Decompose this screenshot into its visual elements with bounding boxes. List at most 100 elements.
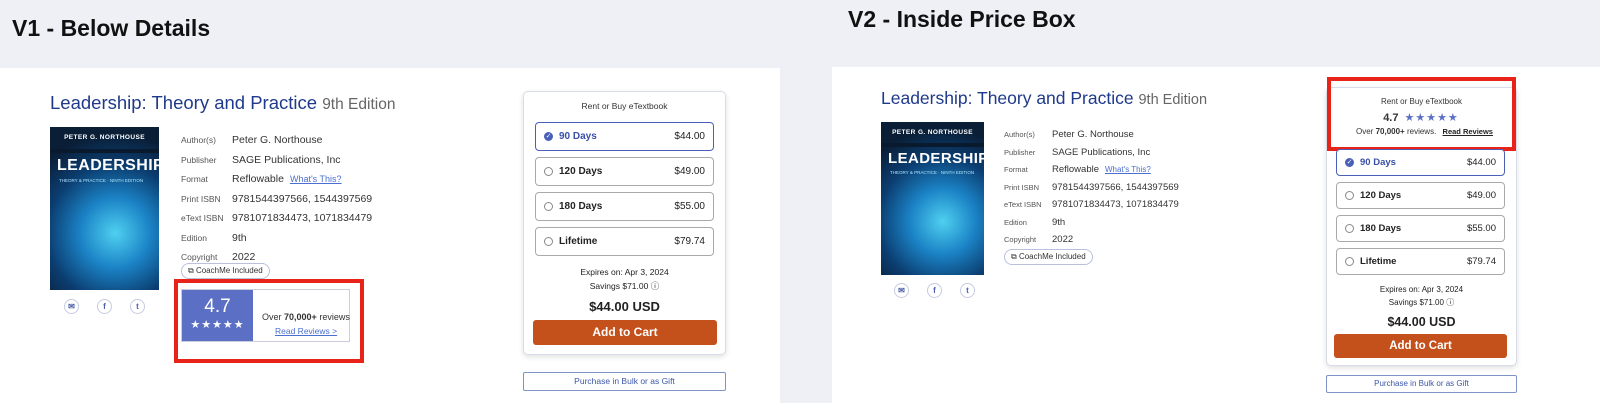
edition-label: 9th Edition [1138,92,1208,108]
detail-key: Author(s) [1004,130,1035,139]
v2-book-cover[interactable]: PETER G. NORTHOUSE LEADERSHIP THEORY & P… [881,122,984,275]
v2-total: $44.00 USD [1387,315,1456,329]
option-label: Lifetime [1360,256,1397,267]
cover-author: PETER G. NORTHOUSE [892,129,973,136]
v2-add-to-cart-button[interactable]: Add to Cart [1334,334,1507,358]
detail-value: SAGE Publications, Inc [232,153,341,166]
detail-key: Print ISBN [1004,182,1040,192]
radio-icon[interactable] [1345,224,1354,233]
v2-savings: Savings $71.00 ⓘ [1388,298,1455,307]
info-icon[interactable]: ⓘ [1446,298,1454,307]
option-label: 120 Days [559,166,603,177]
v1-title: V1 - Below Details [12,15,211,41]
detail-key: Copyright [181,252,218,262]
v1-price-header: Rent or Buy eTextbook [581,101,668,111]
v1-review-count: Over 70,000+ reviews [262,312,350,322]
v1-coachme-chip: ⧉ CoachMe Included [181,263,270,279]
v1-book-cover[interactable]: PETER G. NORTHOUSE LEADERSHIP THEORY & P… [50,127,159,290]
detail-key: Format [181,174,208,184]
rental-option[interactable]: 120 Days $49.00 [1336,182,1505,209]
detail-row: Edition 9th [181,228,247,246]
facebook-icon[interactable]: f [97,299,112,314]
detail-value: 9th [232,231,247,244]
twitter-icon[interactable]: t [130,299,145,314]
v1-total: $44.00 USD [589,299,660,314]
v1-add-to-cart-button[interactable]: Add to Cart [533,320,717,345]
detail-row: Format Reflowable What's This? [1004,159,1151,177]
detail-value: 2022 [232,251,256,263]
facebook-icon[interactable]: f [927,283,942,298]
detail-key: Publisher [181,154,217,165]
rental-option[interactable]: ✓ 90 Days $44.00 [535,122,714,151]
cover-subtitle: THEORY & PRACTICE · NINTH EDITION [890,170,975,175]
detail-row: Copyright 2022 [1004,229,1073,247]
detail-key: eText ISBN [1004,200,1042,209]
cover-title: LEADERSHIP [57,157,159,174]
option-price: $49.00 [1466,190,1496,201]
detail-row: Print ISBN 9781544397566, 1544397569 [181,189,372,207]
option-label: 90 Days [559,131,597,142]
detail-value: Peter G. Northouse [1052,129,1134,140]
rental-option[interactable]: 120 Days $49.00 [535,157,714,186]
detail-row: Publisher SAGE Publications, Inc [181,150,341,168]
radio-icon[interactable] [544,237,553,246]
twitter-icon[interactable]: t [960,283,975,298]
v2-title: V2 - Inside Price Box [848,6,1076,32]
cover-title: LEADERSHIP [888,150,984,167]
detail-value: Reflowable [232,173,284,185]
detail-value: Reflowable [1052,164,1099,175]
detail-row: Author(s) Peter G. Northouse [181,130,322,148]
email-icon[interactable]: ✉ [64,299,79,314]
whats-this-link[interactable]: What's This? [1105,165,1151,174]
option-label: Lifetime [559,236,598,247]
detail-value: 9781071834473, 1071834479 [1052,199,1179,210]
radio-icon[interactable] [1345,191,1354,200]
option-price: $79.74 [1466,256,1496,267]
info-icon[interactable]: ⓘ [651,281,660,291]
detail-row: eText ISBN 9781071834473, 1071834479 [1004,194,1179,212]
cover-author: PETER G. NORTHOUSE [64,134,145,141]
v1-savings: Savings $71.00 ⓘ [589,281,660,291]
radio-icon[interactable] [544,202,553,211]
v1-book-title: Leadership: Theory and Practice 9th Edit… [50,92,395,114]
cover-subtitle: THEORY & PRACTICE · NINTH EDITION [59,178,144,183]
v1-share-icons: ✉ f t [64,299,163,314]
v1-read-reviews-link[interactable]: Read Reviews > [275,326,337,336]
v2-share-icons: ✉ f t [894,283,993,298]
radio-icon[interactable] [544,167,553,176]
option-price: $44.00 [1466,157,1496,168]
v2-expires: Expires on: Apr 3, 2024 [1379,285,1464,294]
v2-coachme-chip: ⧉ CoachMe Included [1004,249,1093,265]
detail-row: Format Reflowable What's This? [181,169,342,187]
detail-key: eText ISBN [181,213,224,223]
v2-book-title: Leadership: Theory and Practice 9th Edit… [881,88,1207,109]
option-label: 180 Days [559,201,603,212]
email-icon[interactable]: ✉ [894,283,909,298]
detail-key: Copyright [1004,235,1037,244]
option-price: $49.00 [674,166,705,177]
detail-key: Edition [1004,217,1027,227]
radio-icon[interactable] [1345,257,1354,266]
detail-value: 9th [1052,216,1066,228]
rental-option[interactable]: Lifetime $79.74 [1336,248,1505,275]
detail-key: Format [1004,165,1028,174]
rental-option[interactable]: Lifetime $79.74 [535,227,714,256]
rating-score: 4.7 [204,296,231,317]
option-price: $79.74 [674,236,705,247]
rental-option[interactable]: 180 Days $55.00 [535,192,714,221]
v1-bulk-button[interactable]: Purchase in Bulk or as Gift [523,372,726,391]
v1-rating-badge: 4.7 ★★★★★ [182,290,253,341]
detail-value: 2022 [1052,234,1074,245]
radio-checked-icon[interactable]: ✓ [1345,158,1354,167]
detail-row: Publisher SAGE Publications, Inc [1004,142,1150,160]
rental-option[interactable]: ✓ 90 Days $44.00 [1336,149,1505,176]
detail-row: Edition 9th [1004,212,1065,230]
rental-option[interactable]: 180 Days $55.00 [1336,215,1505,242]
radio-checked-icon[interactable]: ✓ [544,132,553,141]
rating-stars: ★★★★★ [190,319,245,331]
detail-row: Print ISBN 9781544397566, 1544397569 [1004,177,1179,195]
option-label: 180 Days [1360,223,1402,234]
v2-bulk-button[interactable]: Purchase in Bulk or as Gift [1326,375,1517,393]
detail-row: Author(s) Peter G. Northouse [1004,124,1134,142]
whats-this-link[interactable]: What's This? [290,174,342,184]
